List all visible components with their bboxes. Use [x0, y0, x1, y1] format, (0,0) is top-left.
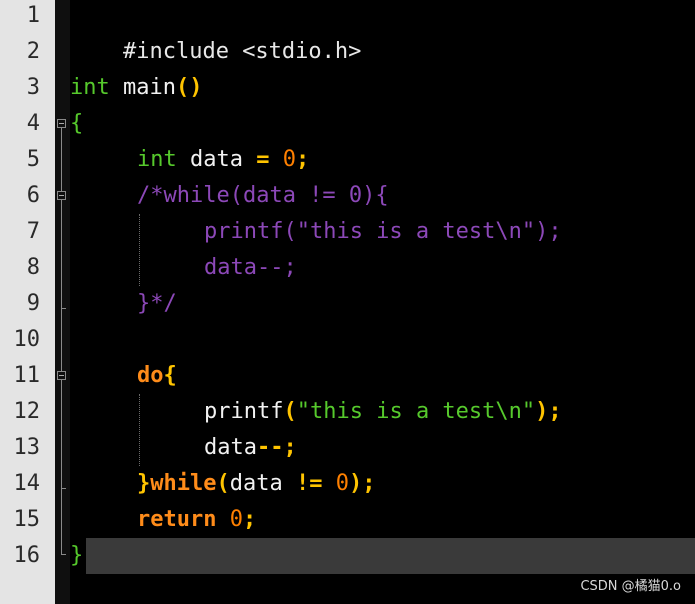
line-number: 14 [13, 471, 41, 496]
fold-margin [55, 0, 70, 604]
operator: -- [256, 435, 284, 460]
number-literal: 0 [216, 507, 243, 532]
open-paren: ( [216, 471, 230, 496]
close-brace: } [137, 471, 151, 496]
string-literal: "this is a test\n" [296, 399, 536, 424]
code-line-6: /*while(data != 0){ [137, 178, 389, 214]
open-brace: { [70, 111, 84, 136]
semicolon: ; [295, 147, 310, 172]
semicolon: ; [548, 399, 562, 424]
variable: data [229, 471, 296, 496]
operator: != [295, 471, 323, 496]
code-line-14: }while(data != 0); [137, 466, 375, 502]
comment: printf("this is a test\n"); [204, 219, 562, 244]
type-keyword: int [137, 147, 177, 172]
fold-toggle-icon[interactable] [57, 371, 66, 380]
line-number: 9 [26, 291, 40, 316]
fold-end-marker [61, 488, 66, 489]
fold-end-marker [61, 554, 66, 555]
do-keyword: do [137, 363, 164, 388]
line-number: 5 [26, 147, 40, 172]
function-name: main [109, 75, 176, 100]
number-literal: 0 [322, 471, 349, 496]
fold-toggle-icon[interactable] [57, 191, 66, 200]
code-line-5: int data = 0; [137, 142, 309, 178]
type-keyword: int [70, 75, 110, 100]
line-number: 1 [26, 3, 40, 28]
code-line-13: data--; [204, 430, 297, 466]
line-number: 7 [26, 219, 40, 244]
code-line-16: } [70, 538, 83, 574]
open-paren: ( [283, 399, 297, 424]
variable: data [204, 435, 257, 460]
open-brace: { [163, 363, 177, 388]
code-line-8: data--; [204, 250, 297, 286]
code-line-9: }*/ [137, 286, 177, 322]
number-literal: 0 [269, 147, 296, 172]
close-paren: ) [535, 399, 549, 424]
fold-end-marker [61, 308, 66, 309]
close-brace: } [70, 543, 84, 568]
code-line-4: { [70, 106, 83, 142]
code-line-1: #include <stdio.h> [70, 0, 361, 64]
line-number: 12 [13, 399, 41, 424]
line-number: 11 [13, 363, 41, 388]
line-number: 2 [26, 39, 40, 64]
code-line-12: printf("this is a test\n"); [204, 394, 562, 430]
comment: data--; [204, 255, 297, 280]
close-paren: ) [348, 471, 363, 496]
while-keyword: while [150, 471, 217, 496]
code-line-11: do{ [137, 358, 177, 394]
line-number: 15 [13, 507, 41, 532]
line-number: 8 [26, 255, 40, 280]
code-line-15: return 0; [137, 502, 256, 538]
line-number: 4 [26, 111, 40, 136]
semicolon: ; [242, 507, 257, 532]
variable: data [176, 147, 257, 172]
parentheses: () [175, 75, 203, 100]
watermark: CSDN @橘猫0.o [580, 579, 681, 594]
semicolon: ; [283, 435, 297, 460]
fold-toggle-icon[interactable] [57, 119, 66, 128]
operator: = [256, 147, 270, 172]
line-number: 16 [13, 543, 41, 568]
line-number: 13 [13, 435, 41, 460]
code-line-7: printf("this is a test\n"); [204, 214, 562, 250]
return-keyword: return [137, 507, 217, 532]
line-number: 3 [26, 75, 40, 100]
comment: /*while(data != 0){ [137, 183, 389, 208]
function-call: printf [204, 399, 284, 424]
code-line-3: int main() [70, 70, 202, 106]
line-number: 10 [13, 327, 41, 352]
line-number: 6 [26, 183, 40, 208]
semicolon: ; [362, 471, 376, 496]
code-editor[interactable]: #include <stdio.h> int main() { int data… [70, 0, 695, 604]
comment: }*/ [137, 291, 177, 316]
preprocessor-directive: #include <stdio.h> [122, 39, 362, 64]
